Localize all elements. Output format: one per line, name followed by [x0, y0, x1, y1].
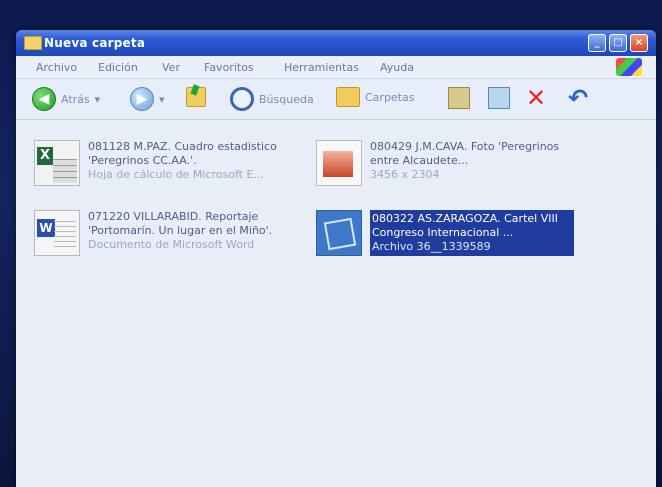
back-button[interactable]: ◀ Atrás ▾	[32, 87, 100, 111]
file-item[interactable]: X 081128 M.PAZ. Cuadro estadistico 'Pere…	[34, 140, 294, 198]
folder-up-icon	[186, 87, 206, 107]
copy-to-button[interactable]	[488, 87, 510, 109]
file-type: Hoja de cálculo de Microsoft E...	[88, 168, 264, 181]
title-bar[interactable]: Nueva carpeta _ □ ×	[16, 30, 656, 56]
file-label: 081128 M.PAZ. Cuadro estadistico 'Peregr…	[88, 140, 288, 182]
file-label: 071220 VILLARABID. Reportaje 'Portomarín…	[88, 210, 288, 252]
up-folder-button[interactable]	[186, 87, 206, 107]
monitor-screen: Nueva carpeta _ □ × Archivo Edición Ver …	[0, 0, 662, 487]
folder-icon	[24, 36, 42, 50]
delete-button[interactable]: ✕	[526, 84, 548, 112]
search-label: Búsqueda	[259, 92, 314, 106]
file-item[interactable]: 080429 J.M.CAVA. Foto 'Peregrinos entre …	[316, 140, 576, 198]
file-label: 080429 J.M.CAVA. Foto 'Peregrinos entre …	[370, 140, 570, 182]
forward-button[interactable]: ▶ ▾	[130, 87, 165, 111]
move-to-button[interactable]	[448, 87, 470, 109]
file-name: 071220 VILLARABID. Reportaje 'Portomarín…	[88, 210, 273, 237]
file-name: 081128 M.PAZ. Cuadro estadistico 'Peregr…	[88, 140, 277, 167]
menu-herramientas[interactable]: Herramientas	[284, 61, 359, 74]
maximize-button[interactable]: □	[609, 34, 627, 52]
dropdown-arrow-icon: ▾	[94, 92, 101, 106]
window-title: Nueva carpeta	[44, 36, 146, 50]
forward-arrow-icon: ▶	[130, 87, 154, 111]
menu-bar: Archivo Edición Ver Favoritos Herramient…	[16, 56, 656, 79]
folders-button[interactable]: Carpetas	[336, 87, 414, 107]
file-name: 080429 J.M.CAVA. Foto 'Peregrinos entre …	[370, 140, 560, 167]
file-type: 3456 x 2304	[370, 168, 440, 181]
file-type: Archivo 36__1339589	[372, 240, 491, 253]
word-icon: W	[34, 210, 80, 256]
menu-ayuda[interactable]: Ayuda	[380, 61, 414, 74]
menu-ver[interactable]: Ver	[162, 61, 180, 74]
file-item-selected[interactable]: 080322 AS.ZARAGOZA. Cartel VIII Congreso…	[316, 210, 576, 268]
toolbar: ◀ Atrás ▾ ▶ ▾ Búsqueda Carpetas ✕ ↶	[16, 79, 656, 120]
explorer-window: Nueva carpeta _ □ × Archivo Edición Ver …	[16, 30, 656, 487]
minimize-button[interactable]: _	[588, 34, 606, 52]
menu-favoritos[interactable]: Favoritos	[204, 61, 254, 74]
menu-edicion[interactable]: Edición	[98, 61, 138, 74]
copy-to-icon	[488, 87, 510, 109]
window-controls: _ □ ×	[588, 34, 648, 52]
poster-icon	[316, 210, 362, 256]
dropdown-arrow-icon: ▾	[159, 92, 165, 106]
excel-icon: X	[34, 140, 80, 186]
back-arrow-icon: ◀	[32, 87, 56, 111]
file-label-selected: 080322 AS.ZARAGOZA. Cartel VIII Congreso…	[370, 210, 574, 256]
close-button[interactable]: ×	[630, 34, 648, 52]
file-name: 080322 AS.ZARAGOZA. Cartel VIII Congreso…	[372, 212, 558, 239]
back-label: Atrás	[61, 92, 90, 106]
undo-button[interactable]: ↶	[568, 84, 590, 112]
delete-icon: ✕	[526, 84, 547, 112]
search-button[interactable]: Búsqueda	[230, 87, 314, 111]
windows-logo-icon	[616, 58, 642, 76]
image-icon	[316, 140, 362, 186]
search-icon	[230, 87, 254, 111]
file-item[interactable]: W 071220 VILLARABID. Reportaje 'Portomar…	[34, 210, 294, 268]
move-to-icon	[448, 87, 470, 109]
file-type: Documento de Microsoft Word	[88, 238, 255, 251]
file-list: X 081128 M.PAZ. Cuadro estadistico 'Pere…	[16, 120, 656, 487]
folders-icon	[336, 87, 360, 107]
menu-archivo[interactable]: Archivo	[36, 61, 77, 74]
folders-label: Carpetas	[365, 90, 415, 104]
undo-icon: ↶	[568, 84, 589, 112]
